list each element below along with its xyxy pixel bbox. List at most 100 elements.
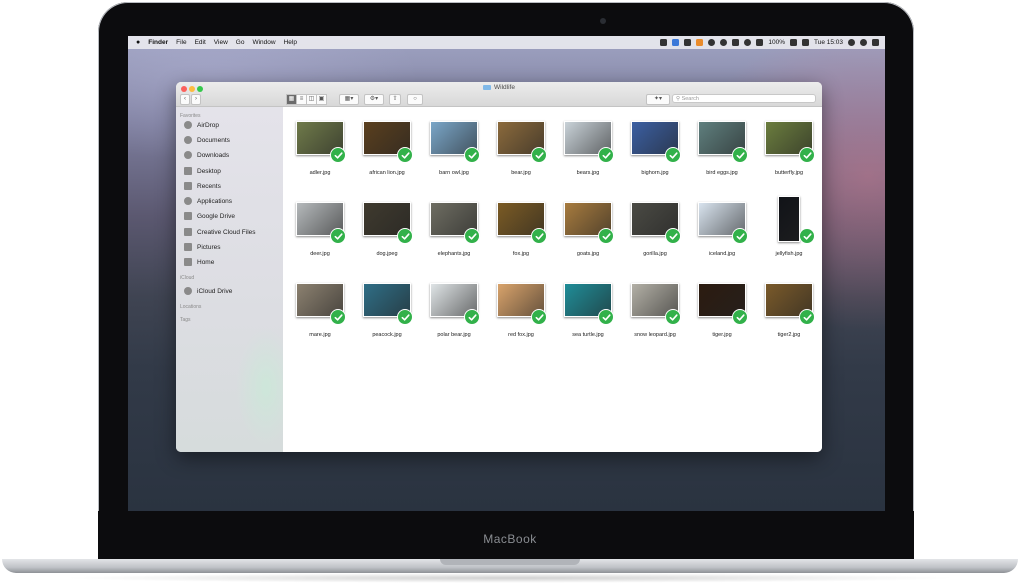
gallery-view-button[interactable]: ▣	[316, 94, 327, 105]
file-item[interactable]: polar bear.jpg	[421, 283, 487, 358]
menu-bar: ● Finder File Edit View Go Window Help 1…	[128, 36, 885, 49]
file-item[interactable]: bighorn.jpg	[622, 121, 688, 196]
file-item[interactable]: goats.jpg	[555, 202, 621, 277]
menu-go[interactable]: Go	[236, 39, 245, 46]
tag-button[interactable]: ○	[407, 94, 423, 105]
title-bar: Wildlife ‹ › ▦ ≡ ◫ ▣ ▦▾ ⚙▾ ⇧ ○ ✦▾ ⚲ Sear…	[176, 82, 822, 107]
sidebar-item-icloud-drive[interactable]: iCloud Drive	[184, 287, 232, 295]
file-name: iceland.jpg	[708, 251, 736, 257]
spotlight-icon[interactable]	[848, 39, 855, 46]
sidebar-item-creative-cloud[interactable]: Creative Cloud Files	[184, 228, 256, 236]
file-item[interactable]: iceland.jpg	[689, 202, 755, 277]
file-name: tiger2.jpg	[777, 332, 801, 338]
laptop-notch	[440, 559, 580, 565]
app-status-icon[interactable]	[672, 39, 680, 46]
share-button[interactable]: ⇧	[389, 94, 401, 105]
file-item[interactable]: bears.jpg	[555, 121, 621, 196]
folder-icon	[184, 228, 192, 236]
app-status-icon[interactable]	[696, 39, 704, 46]
menu-window[interactable]: Window	[252, 39, 275, 46]
file-item[interactable]: tiger2.jpg	[756, 283, 822, 358]
search-input[interactable]: ⚲ Search	[672, 94, 816, 103]
file-item[interactable]: elephants.jpg	[421, 202, 487, 277]
file-name: bird eggs.jpg	[706, 170, 738, 176]
file-item[interactable]: bird eggs.jpg	[689, 121, 755, 196]
file-name: african lion.jpg	[369, 170, 405, 176]
file-item[interactable]: snow leopard.jpg	[622, 283, 688, 358]
sidebar-item-pictures[interactable]: Pictures	[184, 243, 220, 251]
check-icon	[665, 228, 681, 244]
forward-button[interactable]: ›	[191, 94, 201, 105]
sidebar-item-documents[interactable]: Documents	[184, 136, 230, 144]
desktop-icon	[184, 167, 192, 175]
folder-icon	[184, 212, 192, 220]
group-by-button[interactable]: ▦▾	[339, 94, 359, 105]
file-item[interactable]: jellyfish.jpg	[756, 196, 822, 277]
file-item[interactable]: gorilla.jpg	[622, 202, 688, 277]
sidebar-item-home[interactable]: Home	[184, 258, 214, 266]
file-name: jellyfish.jpg	[775, 251, 803, 257]
file-item[interactable]: barn owl.jpg	[421, 121, 487, 196]
app-shortcut-button[interactable]: ✦▾	[646, 94, 670, 105]
pictures-icon	[184, 243, 192, 251]
folder-icon	[483, 85, 492, 90]
check-icon	[531, 147, 547, 163]
action-gear-button[interactable]: ⚙▾	[364, 94, 384, 105]
back-button[interactable]: ‹	[180, 94, 190, 105]
file-name: snow leopard.jpg	[634, 332, 676, 338]
sidebar-item-recents[interactable]: Recents	[184, 182, 221, 190]
file-name: gorilla.jpg	[643, 251, 667, 257]
file-item[interactable]: sea turtle.jpg	[555, 283, 621, 358]
file-item[interactable]: red fox.jpg	[488, 283, 554, 358]
airplay-icon[interactable]	[732, 39, 740, 46]
file-item[interactable]: butterfly.jpg	[756, 121, 822, 196]
timemachine-icon[interactable]	[708, 39, 716, 46]
volume-icon[interactable]	[756, 39, 764, 46]
file-name: sea turtle.jpg	[572, 332, 604, 338]
file-item[interactable]: peacock.jpg	[354, 283, 420, 358]
file-name: bighorn.jpg	[641, 170, 669, 176]
file-item[interactable]: tiger.jpg	[689, 283, 755, 358]
sidebar-item-desktop[interactable]: Desktop	[184, 167, 221, 175]
timer-icon[interactable]	[684, 39, 692, 46]
file-grid: adler.jpg african lion.jpg barn owl.jpg bea…	[283, 107, 822, 452]
menu-clock[interactable]: Tue 15:03	[814, 39, 843, 46]
location-icon[interactable]	[660, 39, 668, 46]
file-item[interactable]: african lion.jpg	[354, 121, 420, 196]
menu-help[interactable]: Help	[284, 39, 297, 46]
sidebar-item-airdrop[interactable]: AirDrop	[184, 121, 219, 129]
apple-icon[interactable]: ●	[136, 39, 140, 46]
check-icon	[330, 147, 346, 163]
sidebar-item-google-drive[interactable]: Google Drive	[184, 212, 235, 220]
menu-finder[interactable]: Finder	[148, 39, 168, 46]
file-item[interactable]: mare.jpg	[287, 283, 353, 358]
file-name: goats.jpg	[576, 251, 600, 257]
documents-icon	[184, 136, 192, 144]
sidebar-item-applications[interactable]: Applications	[184, 197, 232, 205]
menu-file[interactable]: File	[176, 39, 186, 46]
menu-edit[interactable]: Edit	[195, 39, 206, 46]
wifi-icon[interactable]	[744, 39, 752, 46]
check-icon	[598, 147, 614, 163]
file-item[interactable]: fox.jpg	[488, 202, 554, 277]
airdrop-icon	[184, 121, 192, 129]
sync-icon[interactable]	[720, 39, 728, 46]
file-item[interactable]: dog.jpeg	[354, 202, 420, 277]
battery-percent[interactable]: 100%	[768, 39, 785, 46]
recents-icon	[184, 182, 192, 190]
menu-view[interactable]: View	[214, 39, 228, 46]
notification-center-icon[interactable]	[872, 39, 879, 46]
file-name: mare.jpg	[309, 332, 331, 338]
file-item[interactable]: deer.jpg	[287, 202, 353, 277]
file-item[interactable]: adler.jpg	[287, 121, 353, 196]
sidebar-item-downloads[interactable]: Downloads	[184, 151, 229, 159]
siri-icon[interactable]	[860, 39, 867, 46]
battery-icon[interactable]	[789, 39, 797, 46]
sidebar-section-icloud: iCloud	[180, 275, 195, 281]
sidebar-section-favorites: Favorites	[180, 113, 201, 119]
file-item[interactable]: bear.jpg	[488, 121, 554, 196]
check-icon	[598, 228, 614, 244]
flag-icon[interactable]	[801, 39, 809, 46]
file-name: polar bear.jpg	[437, 332, 471, 338]
file-name: bear.jpg	[511, 170, 531, 176]
